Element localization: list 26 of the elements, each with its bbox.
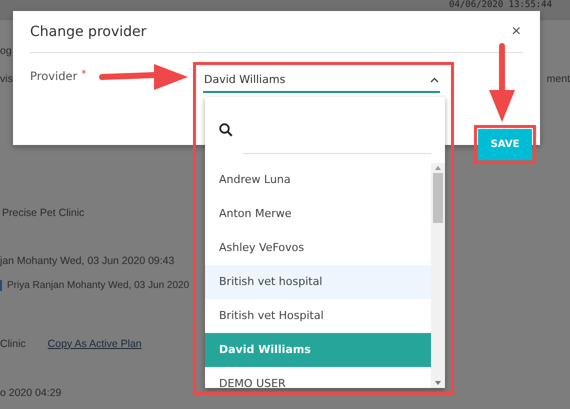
provider-option[interactable]: DEMO USER (205, 367, 431, 388)
background-text: ment (546, 72, 570, 84)
provider-option[interactable]: British vet Hospital (205, 299, 431, 333)
search-icon (219, 123, 233, 137)
caret-icon (430, 76, 439, 82)
dialog-title: Change provider (30, 24, 146, 40)
required-mark: * (81, 69, 86, 80)
background-text: Precise Pet Clinic (2, 206, 84, 218)
date-time: 04/06/2020 13:55:44 (449, 0, 552, 10)
provider-option[interactable]: Andrew Luna (205, 163, 431, 197)
provider-option[interactable]: Ashley VeFovos (205, 231, 431, 265)
background-text: Clinic (0, 338, 26, 350)
provider-select[interactable]: David Williams (203, 68, 440, 93)
background-text: o 2020 04:29 (0, 386, 62, 398)
copy-link[interactable]: Copy As Active Plan (48, 338, 142, 350)
scrollbar-thumb[interactable] (433, 173, 443, 223)
field-label: Provider (30, 69, 78, 83)
provider-option[interactable]: Anton Merwe (205, 197, 431, 231)
scrollbar[interactable] (431, 163, 445, 388)
close-button[interactable]: × (510, 24, 523, 40)
provider-option[interactable]: British vet hospital (205, 265, 431, 299)
background-text: Priya Ranjan Mohanty Wed, 03 Jun 2020 (0, 280, 190, 291)
background-text: vis (0, 72, 13, 84)
background-text: og (0, 44, 12, 56)
highlight-frame (474, 125, 536, 164)
background-text: jan Mohanty Wed, 03 Jun 2020 09:43 (0, 254, 174, 266)
